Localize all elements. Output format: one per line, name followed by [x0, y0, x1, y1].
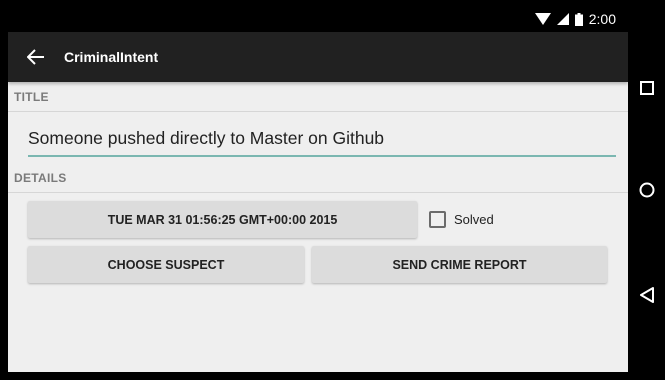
status-bar: 2:00	[8, 6, 628, 32]
crime-detail-form: TITLE DETAILS TUE MAR 31 01:56:25 GMT+00…	[8, 82, 628, 283]
wifi-icon	[534, 13, 551, 25]
device-frame: 2:00 CriminalIntent TITLE DETAILS TUE MA…	[0, 0, 665, 380]
crime-title-field[interactable]	[28, 122, 616, 157]
send-crime-report-button[interactable]: SEND CRIME REPORT	[312, 246, 607, 283]
app-screen: 2:00 CriminalIntent TITLE DETAILS TUE MA…	[8, 6, 628, 372]
date-row: TUE MAR 31 01:56:25 GMT+00:00 2015 Solve…	[28, 201, 494, 238]
signal-icon	[556, 13, 569, 25]
recents-icon[interactable]	[628, 68, 665, 108]
back-nav-icon[interactable]	[628, 275, 665, 315]
back-arrow-icon[interactable]	[8, 32, 64, 82]
action-buttons-row: CHOOSE SUSPECT SEND CRIME REPORT	[28, 246, 607, 283]
date-button[interactable]: TUE MAR 31 01:56:25 GMT+00:00 2015	[28, 201, 417, 238]
choose-suspect-button[interactable]: CHOOSE SUSPECT	[28, 246, 304, 283]
status-time: 2:00	[588, 11, 616, 27]
title-section-header: TITLE	[8, 82, 628, 112]
crime-title-input[interactable]	[28, 128, 616, 149]
app-title: CriminalIntent	[64, 49, 159, 65]
solved-label: Solved	[454, 212, 494, 227]
solved-checkbox-group[interactable]: Solved	[429, 211, 494, 228]
home-icon[interactable]	[628, 170, 665, 210]
solved-checkbox[interactable]	[429, 211, 446, 228]
system-nav-bar	[628, 0, 665, 380]
app-bar: CriminalIntent	[8, 32, 628, 82]
battery-icon	[574, 12, 583, 26]
details-section-header: DETAILS	[8, 163, 628, 193]
